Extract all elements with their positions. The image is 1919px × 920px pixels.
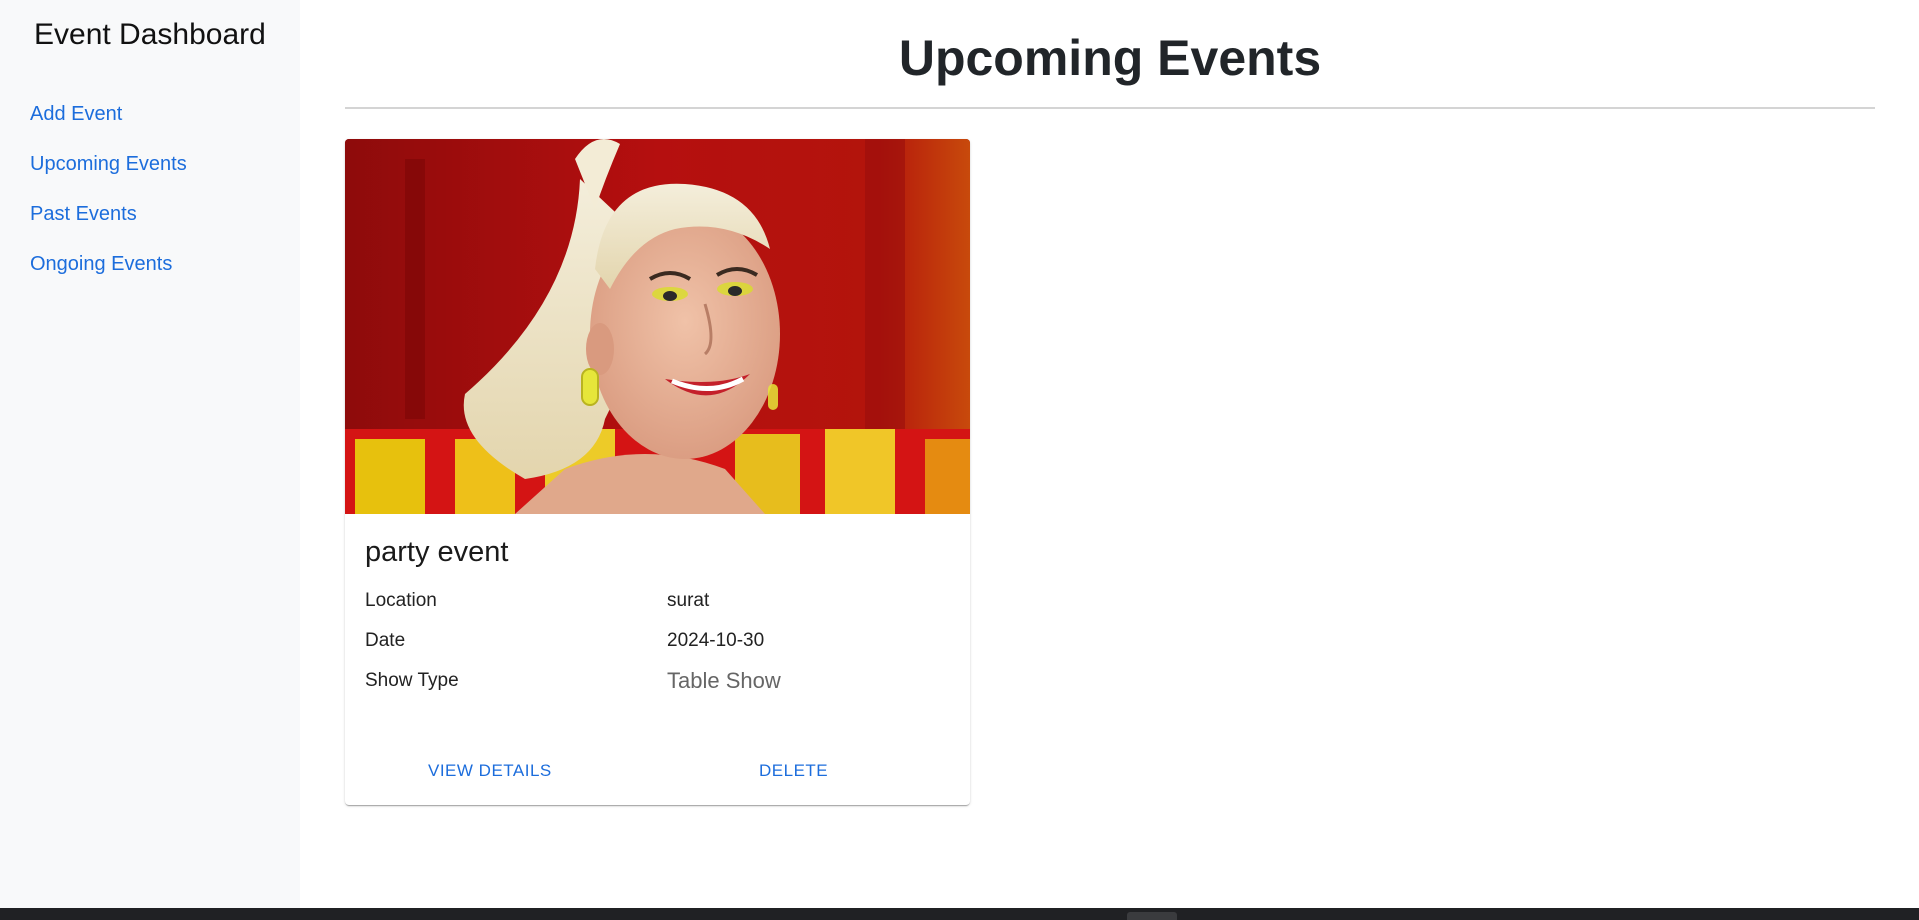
title-divider — [345, 107, 1875, 109]
sidebar: Event Dashboard Add Event Upcoming Event… — [0, 0, 300, 908]
event-photo — [345, 139, 970, 514]
show-type-value: Table Show — [667, 668, 781, 693]
sidebar-item-upcoming-events[interactable]: Upcoming Events — [30, 154, 187, 174]
sidebar-item-add-event[interactable]: Add Event — [30, 104, 187, 124]
sidebar-nav: Add Event Upcoming Events Past Events On… — [30, 104, 187, 304]
show-type-label: Show Type — [365, 670, 459, 691]
taskbar — [0, 908, 1919, 920]
sidebar-title: Event Dashboard — [34, 18, 266, 51]
view-details-button[interactable]: VIEW DETAILS — [428, 761, 552, 781]
location-label: Location — [365, 590, 437, 611]
delete-button[interactable]: DELETE — [759, 761, 828, 781]
sidebar-item-ongoing-events[interactable]: Ongoing Events — [30, 254, 187, 274]
page-title: Upcoming Events — [898, 30, 1322, 86]
date-label: Date — [365, 630, 406, 651]
event-title: party event — [365, 536, 509, 568]
event-card: party event Location surat Date 2024-10-… — [345, 139, 970, 805]
taskbar-item[interactable] — [1127, 912, 1177, 920]
date-value: 2024-10-30 — [667, 630, 765, 651]
sidebar-item-past-events[interactable]: Past Events — [30, 204, 187, 224]
location-value: surat — [667, 590, 710, 611]
